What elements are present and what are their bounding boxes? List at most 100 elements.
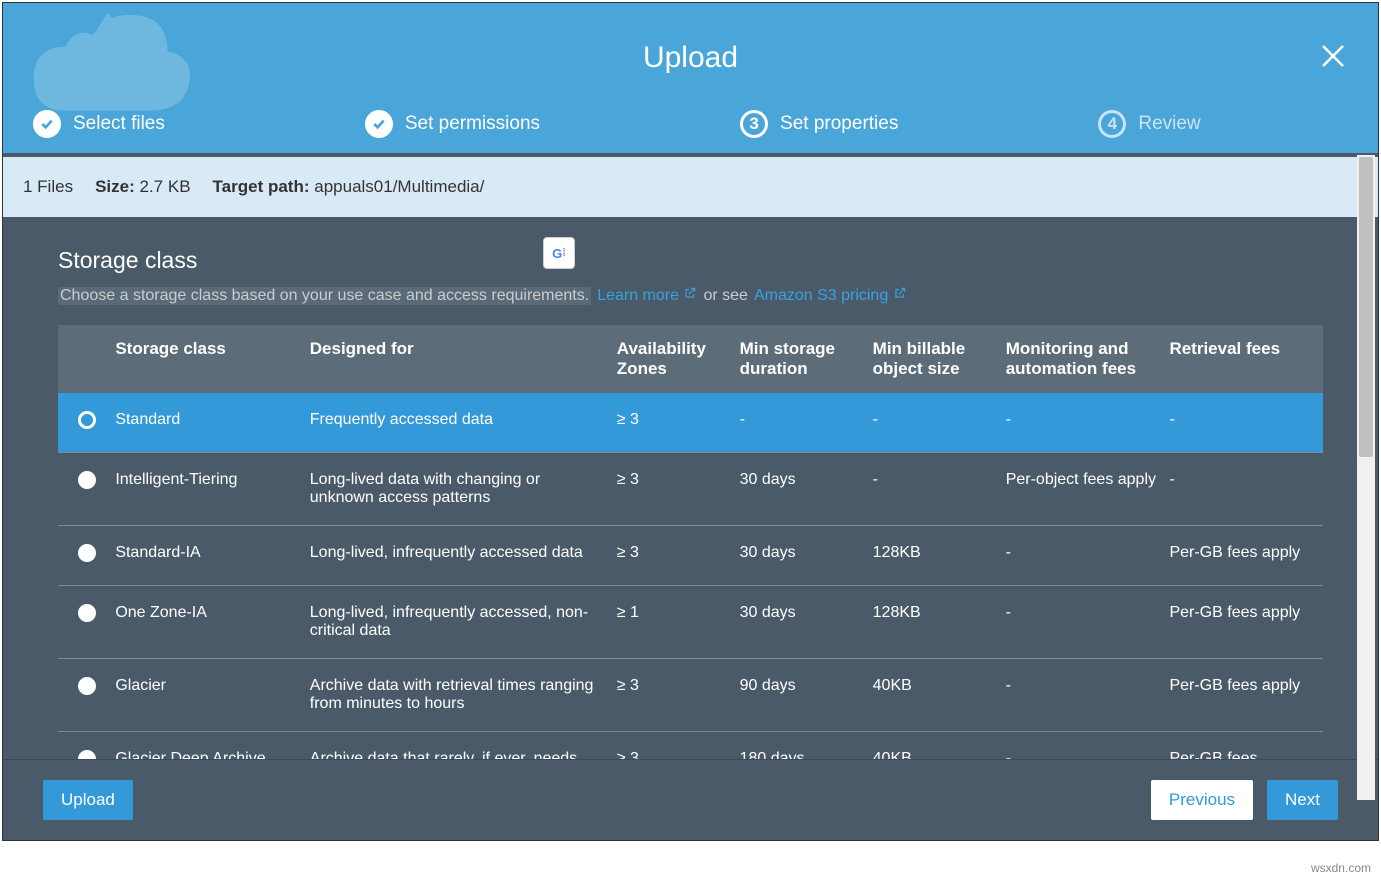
next-button[interactable]: Next xyxy=(1267,780,1338,820)
cell-monitoring: - xyxy=(1006,586,1170,659)
section-description: Choose a storage class based on your use… xyxy=(58,286,1323,305)
cell-monitoring: - xyxy=(1006,393,1170,453)
close-button[interactable] xyxy=(1318,41,1348,71)
table-row[interactable]: Intelligent-TieringLong-lived data with … xyxy=(58,453,1323,526)
learn-more-link[interactable]: Learn more xyxy=(597,286,697,305)
step-set-properties[interactable]: 3 Set properties xyxy=(740,110,898,138)
cell-az: ≥ 3 xyxy=(617,526,740,586)
cell-name: One Zone-IA xyxy=(115,586,309,659)
radio-button[interactable] xyxy=(78,604,96,622)
step-review[interactable]: 4 Review xyxy=(1098,110,1200,138)
cell-designed-for: Archive data with retrieval times rangin… xyxy=(310,659,617,732)
col-monitoring-fees: Monitoring and automation fees xyxy=(1006,325,1170,393)
cell-name: Intelligent-Tiering xyxy=(115,453,309,526)
section-title: Storage class xyxy=(58,247,1323,274)
files-count: 1 Files xyxy=(23,177,73,197)
table-row[interactable]: GlacierArchive data with retrieval times… xyxy=(58,659,1323,732)
cell-size: 40KB xyxy=(873,732,1006,760)
step-label: Set properties xyxy=(780,113,898,135)
watermark: wsxdn.com xyxy=(1311,861,1371,875)
cell-name: Glacier xyxy=(115,659,309,732)
cell-size: 128KB xyxy=(873,526,1006,586)
step-number-icon: 3 xyxy=(740,110,768,138)
col-storage-class: Storage class xyxy=(115,325,309,393)
cell-monitoring: - xyxy=(1006,659,1170,732)
close-icon xyxy=(1318,41,1348,71)
cell-duration: 90 days xyxy=(740,659,873,732)
col-availability-zones: Availability Zones xyxy=(617,325,740,393)
or-see-text: or see xyxy=(703,287,747,305)
step-set-permissions[interactable]: Set permissions xyxy=(365,110,540,138)
table-row[interactable]: Standard-IALong-lived, infrequently acce… xyxy=(58,526,1323,586)
pricing-link[interactable]: Amazon S3 pricing xyxy=(754,286,907,305)
size-info: Size: 2.7 KB xyxy=(95,177,190,197)
cell-duration: 30 days xyxy=(740,453,873,526)
cell-az: ≥ 3 xyxy=(617,393,740,453)
radio-button[interactable] xyxy=(78,677,96,695)
table-row[interactable]: One Zone-IALong-lived, infrequently acce… xyxy=(58,586,1323,659)
cell-retrieval: Per-GB fees apply xyxy=(1169,659,1323,732)
cell-az: ≥ 3 xyxy=(617,659,740,732)
table-row[interactable]: Glacier Deep ArchiveArchive data that ra… xyxy=(58,732,1323,760)
storage-class-table: Storage class Designed for Availability … xyxy=(58,325,1323,759)
cell-name: Standard xyxy=(115,393,309,453)
cell-name: Standard-IA xyxy=(115,526,309,586)
cell-retrieval: Per-GB fees apply xyxy=(1169,526,1323,586)
cell-size: - xyxy=(873,453,1006,526)
cell-retrieval: Per-GB fees xyxy=(1169,732,1323,760)
upload-info-bar: 1 Files Size: 2.7 KB Target path: appual… xyxy=(3,153,1378,217)
step-label: Set permissions xyxy=(405,113,540,135)
step-select-files[interactable]: Select files xyxy=(33,110,165,138)
step-label: Select files xyxy=(73,113,165,135)
radio-button[interactable] xyxy=(78,471,96,489)
cell-designed-for: Frequently accessed data xyxy=(310,393,617,453)
cell-az: ≥ 3 xyxy=(617,453,740,526)
cell-duration: 30 days xyxy=(740,526,873,586)
external-link-icon xyxy=(683,286,697,300)
cell-name: Glacier Deep Archive xyxy=(115,732,309,760)
cell-designed-for: Archive data that rarely, if ever, needs xyxy=(310,732,617,760)
modal-header: Upload Select files Set permissions 3 Se… xyxy=(3,3,1378,153)
modal-footer: Upload Previous Next xyxy=(3,759,1378,840)
check-icon xyxy=(33,110,61,138)
cell-designed-for: Long-lived data with changing or unknown… xyxy=(310,453,617,526)
google-translate-icon[interactable]: G⁞ xyxy=(543,237,575,269)
cell-monitoring: Per-object fees apply xyxy=(1006,453,1170,526)
previous-button[interactable]: Previous xyxy=(1151,780,1253,820)
col-designed-for: Designed for xyxy=(310,325,617,393)
cell-size: 40KB xyxy=(873,659,1006,732)
cell-retrieval: Per-GB fees apply xyxy=(1169,586,1323,659)
table-row[interactable]: StandardFrequently accessed data≥ 3---- xyxy=(58,393,1323,453)
cell-designed-for: Long-lived, infrequently accessed data xyxy=(310,526,617,586)
cell-retrieval: - xyxy=(1169,453,1323,526)
cell-az: ≥ 3 xyxy=(617,732,740,760)
col-retrieval-fees: Retrieval fees xyxy=(1169,325,1323,393)
radio-button[interactable] xyxy=(78,544,96,562)
radio-button[interactable] xyxy=(78,750,96,759)
cell-size: 128KB xyxy=(873,586,1006,659)
col-min-billable-size: Min billable object size xyxy=(873,325,1006,393)
step-number-icon: 4 xyxy=(1098,110,1126,138)
cell-duration: 30 days xyxy=(740,586,873,659)
cell-designed-for: Long-lived, infrequently accessed, non-c… xyxy=(310,586,617,659)
external-link-icon xyxy=(893,286,907,300)
step-label: Review xyxy=(1138,113,1200,135)
cell-size: - xyxy=(873,393,1006,453)
content-area: G⁞ Storage class Choose a storage class … xyxy=(3,217,1378,759)
cell-az: ≥ 1 xyxy=(617,586,740,659)
col-min-storage-duration: Min storage duration xyxy=(740,325,873,393)
upload-button[interactable]: Upload xyxy=(43,780,133,820)
radio-button[interactable] xyxy=(78,411,96,429)
scrollbar-thumb[interactable] xyxy=(1359,157,1373,457)
upload-modal: Upload Select files Set permissions 3 Se… xyxy=(2,2,1379,841)
cell-monitoring: - xyxy=(1006,526,1170,586)
cell-duration: 180 days xyxy=(740,732,873,760)
wizard-steps: Select files Set permissions 3 Set prope… xyxy=(3,110,1378,138)
desc-text: Choose a storage class based on your use… xyxy=(58,287,591,305)
cell-monitoring: - xyxy=(1006,732,1170,760)
vertical-scrollbar[interactable] xyxy=(1357,155,1375,800)
cell-retrieval: - xyxy=(1169,393,1323,453)
check-icon xyxy=(365,110,393,138)
cell-duration: - xyxy=(740,393,873,453)
target-path-info: Target path: appuals01/Multimedia/ xyxy=(213,177,485,197)
